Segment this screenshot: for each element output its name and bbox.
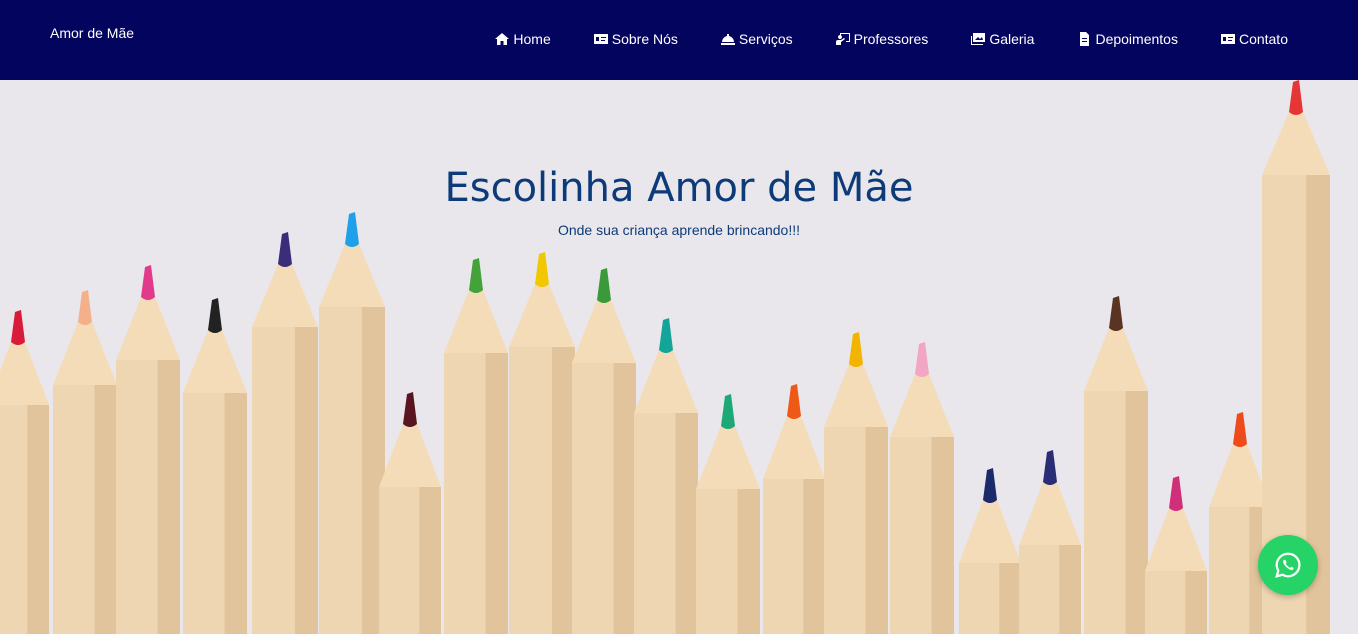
nav-item-depoimentos[interactable]: Depoimentos (1076, 30, 1178, 48)
brand-link[interactable]: Amor de Mãe (50, 25, 134, 41)
home-icon (495, 33, 510, 45)
nav-item-professores[interactable]: Professores (835, 30, 929, 48)
nav-item-servicos[interactable]: Serviços (720, 30, 793, 48)
nav-menu: Home Sobre Nós Serviços Professores Gale… (494, 30, 1288, 48)
nav-item-contato[interactable]: Contato (1220, 30, 1288, 48)
whatsapp-button[interactable] (1258, 535, 1318, 595)
whatsapp-icon (1275, 552, 1301, 578)
images-icon (971, 33, 986, 45)
id-card-icon (593, 34, 608, 44)
nav-item-sobre-nos[interactable]: Sobre Nós (593, 30, 678, 48)
nav-item-label: Serviços (738, 31, 793, 47)
nav-item-label: Home (513, 31, 551, 47)
nav-item-label: Professores (853, 31, 929, 47)
nav-item-label: Sobre Nós (611, 31, 678, 47)
nav-item-galeria[interactable]: Galeria (970, 30, 1034, 48)
nav-item-label: Galeria (989, 31, 1035, 47)
service-bell-icon (720, 34, 735, 45)
address-card-icon (1220, 34, 1235, 44)
navbar: Amor de Mãe Home Sobre Nós Serviços Prof… (0, 0, 1358, 80)
hero-banner: Escolinha Amor de Mãe Onde sua criança a… (0, 80, 1358, 634)
chalkboard-teacher-icon (835, 33, 850, 45)
hero-title: Escolinha Amor de Mãe (444, 165, 914, 211)
hero-subtitle: Onde sua criança aprende brincando!!! (557, 222, 801, 238)
colored-pencils-background-image (0, 80, 1330, 634)
nav-item-label: Depoimentos (1095, 31, 1178, 47)
nav-item-home[interactable]: Home (494, 30, 551, 48)
nav-item-label: Contato (1238, 31, 1288, 47)
file-icon (1080, 32, 1090, 46)
